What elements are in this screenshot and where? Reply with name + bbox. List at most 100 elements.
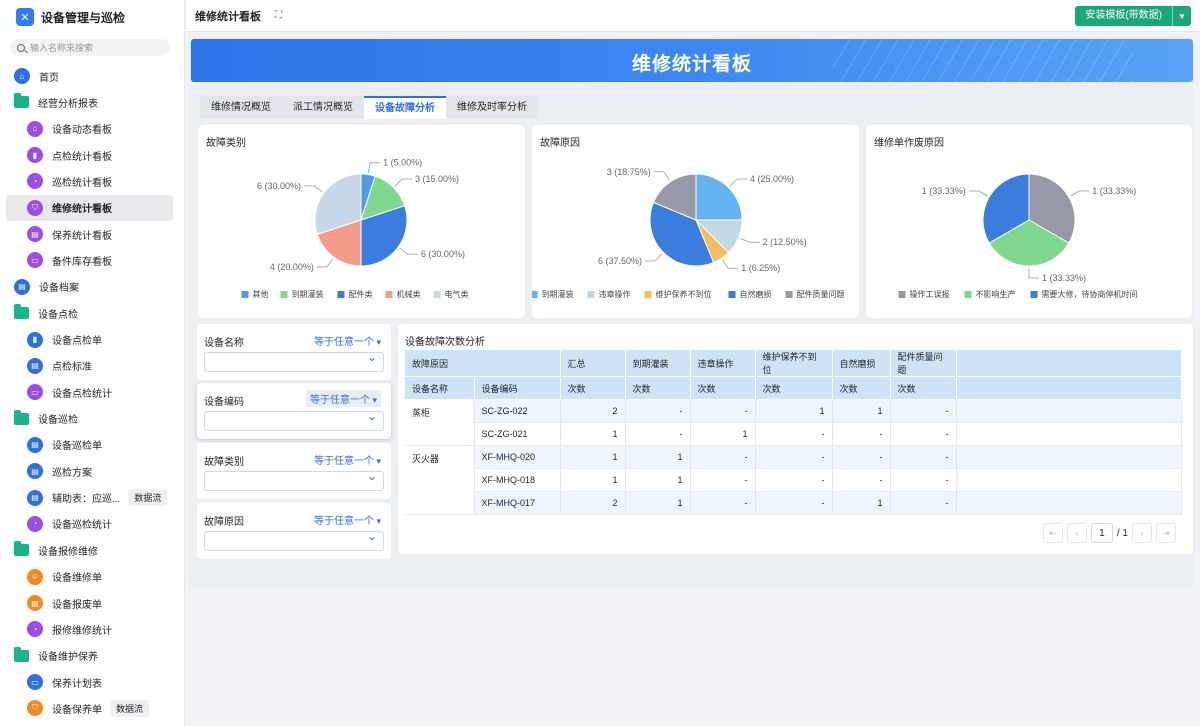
filter-label: 设备名称 (204, 338, 244, 349)
sidebar-item[interactable]: ◔ 设备巡检统计 (6, 511, 173, 537)
fullscreen-icon[interactable]: ⛶ (275, 10, 282, 21)
document-icon: ▤ (27, 489, 43, 506)
sidebar-item[interactable]: ▮ 点检统计看板 (6, 142, 173, 168)
sidebar-item[interactable]: ▤ 点检标准 (6, 353, 173, 379)
legend-label[interactable]: 配件类 (349, 289, 373, 299)
legend-label[interactable]: 不影响生产 (976, 289, 1016, 299)
legend-swatch[interactable] (280, 291, 288, 298)
prev-page-button[interactable]: ‹ (1066, 523, 1087, 543)
legend-label[interactable]: 其他 (253, 289, 269, 299)
legend-swatch[interactable] (532, 291, 538, 298)
next-page-button[interactable]: › (1132, 523, 1152, 543)
install-template-button[interactable]: 安装模板(带数据) ▼ (1075, 6, 1191, 26)
count-cell: - (690, 491, 756, 515)
chevron-down-icon[interactable]: ▼ (1173, 6, 1191, 26)
first-page-button[interactable]: ⇤ (1042, 523, 1063, 543)
tab-fault-analysis[interactable]: 设备故障分析 (364, 96, 446, 119)
bookmark-icon: ▮ (27, 331, 43, 348)
table-row: 灭火器 XF-MHQ-020 1 1- - - - (405, 445, 1183, 515)
document-icon: ▤ (27, 226, 43, 243)
sidebar-item[interactable]: 设备维护保养 (6, 643, 173, 669)
legend-swatch[interactable] (964, 291, 972, 298)
sidebar-item[interactable]: ⌂ 首页 (6, 63, 173, 89)
slice-data-label: 4 (25.00%) (750, 174, 794, 184)
count-cell: - (890, 491, 957, 515)
sidebar-item[interactable]: ▤ 设备报废单 (6, 590, 173, 616)
legend-label[interactable]: 到期灌装 (292, 289, 324, 299)
sidebar-item[interactable]: ◔ 巡检统计看板 (6, 168, 173, 194)
user-icon: ☺ (27, 568, 43, 585)
legend-swatch[interactable] (337, 291, 345, 298)
sidebar-item[interactable]: 设备点检 (6, 300, 173, 326)
last-page-button[interactable]: ⇥ (1156, 523, 1176, 543)
legend-swatch[interactable] (644, 291, 652, 298)
sidebar-item[interactable]: ▤ 巡检方案 (6, 458, 173, 484)
header-cell: 自然磨损 (832, 350, 891, 377)
sidebar-item[interactable]: ▮ 设备点检单 (6, 327, 173, 353)
tab-timeliness-analysis[interactable]: 维修及时率分析 (446, 96, 538, 119)
sidebar-item-label: 点检统计看板 (52, 151, 112, 163)
header-cell: 设备编码 (474, 376, 561, 400)
sidebar-item-label: 备件库存看板 (52, 256, 112, 268)
filter-select[interactable] (204, 409, 384, 431)
legend-swatch[interactable] (898, 291, 906, 298)
filter-operator[interactable]: 等于任意一个 (305, 390, 381, 407)
sidebar-item[interactable]: ▤ 保养统计看板 (6, 221, 173, 247)
legend-swatch[interactable] (385, 291, 393, 298)
legend-swatch[interactable] (1030, 291, 1038, 298)
legend-label[interactable]: 电气类 (445, 289, 469, 299)
install-template-label[interactable]: 安装模板(带数据) (1075, 6, 1173, 26)
dataflow-badge: 数据流 (110, 699, 150, 717)
filter-operator[interactable]: 等于任意一个 (314, 452, 381, 467)
slice-leader-line (316, 258, 334, 268)
page-number-input[interactable]: 1 (1090, 523, 1113, 543)
count-cell: - (890, 422, 957, 446)
count-cell: - (832, 445, 891, 469)
slice-data-label: 1 (5.00%) (383, 158, 422, 168)
empty-cell (956, 445, 1183, 469)
legend-swatch[interactable] (785, 291, 793, 298)
legend-label[interactable]: 需要大修，待协商停机时间 (1042, 289, 1138, 299)
slice-data-label: 1 (33.33%) (1042, 273, 1086, 283)
search-input[interactable]: 输入名称来搜索 (10, 39, 170, 56)
legend-label[interactable]: 操作工误报 (910, 289, 950, 299)
sidebar-item[interactable]: ⛉ 设备保养单 数据流 (6, 695, 173, 721)
legend-label[interactable]: 到期灌装 (542, 289, 574, 299)
tab-dispatch-overview[interactable]: 派工情况概览 (282, 96, 364, 119)
legend-swatch[interactable] (241, 291, 249, 298)
sidebar-item[interactable]: ▤ 辅助表：应巡... 数据流 (6, 485, 173, 511)
legend-label[interactable]: 违章操作 (599, 289, 631, 299)
count-cell: 2 (560, 399, 626, 423)
tab-maintenance-overview[interactable]: 维修情况概览 (200, 96, 282, 119)
legend-label[interactable]: 配件质量问题 (797, 289, 845, 299)
legend-label[interactable]: 维护保养不到位 (656, 289, 712, 299)
filter-select[interactable] (204, 529, 384, 551)
legend-swatch[interactable] (587, 291, 595, 298)
sidebar-item[interactable]: ⌂ 设备动态看板 (6, 116, 173, 142)
sidebar-item[interactable]: ▤ 设备巡检单 (6, 432, 173, 458)
fault-category-title: 故障类别 (206, 138, 246, 149)
sidebar-item[interactable]: 设备巡检 (6, 406, 173, 432)
sidebar-item[interactable]: 设备报修维修 (6, 537, 173, 563)
filter-operator[interactable]: 等于任意一个 (314, 333, 381, 348)
legend-label[interactable]: 机械类 (397, 289, 421, 299)
legend-swatch[interactable] (433, 291, 441, 298)
filter-select[interactable] (204, 350, 384, 372)
sidebar-item[interactable]: 经营分析报表 (6, 89, 173, 115)
slice-leader-line (722, 259, 739, 269)
slice-leader-line (740, 237, 760, 243)
filter-operator[interactable]: 等于任意一个 (314, 512, 381, 527)
sidebar-item[interactable]: ▤ 设备档案 (6, 274, 173, 300)
slice-data-label: 3 (18.75%) (607, 167, 651, 177)
legend-label[interactable]: 自然磨损 (740, 289, 772, 299)
header-cell: 故障原因 (405, 350, 561, 377)
filter-select[interactable] (204, 469, 384, 491)
sidebar-item[interactable]: ▭ 备件库存看板 (6, 247, 173, 273)
sidebar-item[interactable]: ⛉ 维修统计看板 (6, 194, 173, 221)
legend-swatch[interactable] (728, 291, 736, 298)
sidebar-item[interactable]: ☺ 设备维修单 (6, 564, 173, 590)
sidebar-item[interactable]: ◔ 报修维修统计 (6, 616, 173, 642)
sidebar-item[interactable]: ▭ 保养计划表 (6, 669, 173, 695)
sidebar-item[interactable]: ▭ 设备点检统计 (6, 379, 173, 405)
count-cell: - (890, 399, 957, 423)
